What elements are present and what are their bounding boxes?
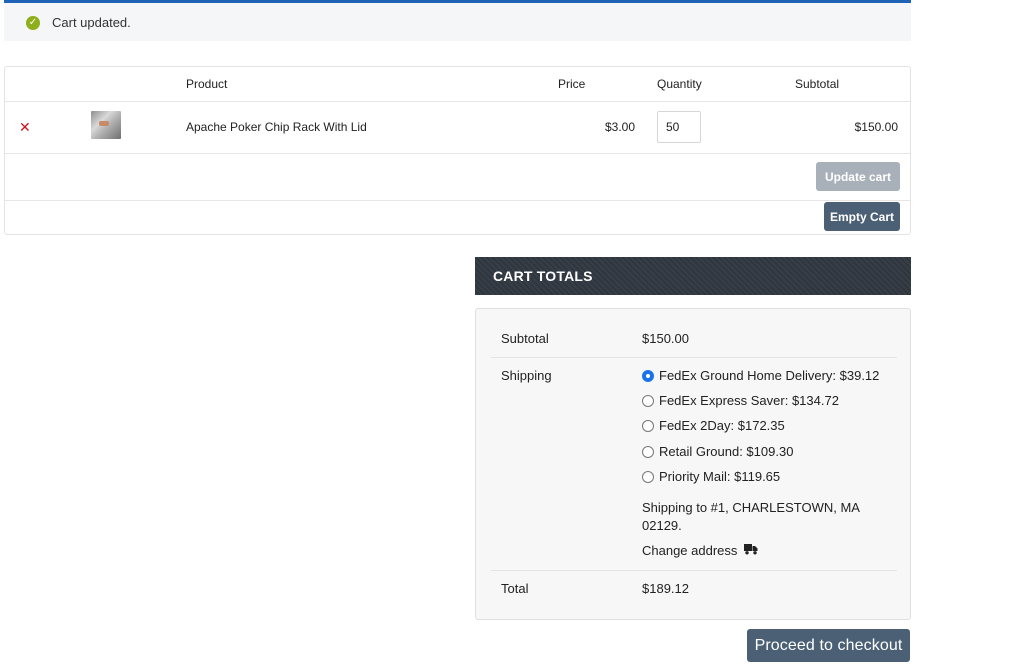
shipping-option-fedex-express-saver[interactable]: FedEx Express Saver: $134.72 [642, 393, 839, 408]
subtotal-value: $150.00 [642, 331, 689, 346]
header-subtotal: Subtotal [795, 77, 840, 91]
shipping-option-label: Retail Ground: $109.30 [659, 444, 794, 459]
radio-unselected[interactable] [642, 394, 654, 407]
total-value: $189.12 [642, 581, 689, 596]
header-quantity: Quantity [657, 77, 702, 91]
shipping-option-label: Priority Mail: $119.65 [659, 469, 781, 484]
product-thumbnail[interactable] [91, 111, 121, 139]
proceed-to-checkout-button[interactable]: Proceed to checkout [747, 629, 910, 662]
table-row: ✕ Apache Poker Chip Rack With Lid $3.00 … [5, 102, 910, 154]
cart-table-header: Product Price Quantity Subtotal [5, 67, 910, 102]
truck-icon [744, 543, 758, 558]
empty-cart-button[interactable]: Empty Cart [824, 202, 900, 231]
remove-item-button[interactable]: ✕ [19, 119, 31, 136]
shipping-option-fedex-2day[interactable]: FedEx 2Day: $172.35 [642, 418, 785, 433]
shipping-option-label: FedEx 2Day: $172.35 [659, 418, 785, 433]
shipping-option-retail-ground[interactable]: Retail Ground: $109.30 [642, 444, 793, 459]
product-name-link[interactable]: Apache Poker Chip Rack With Lid [186, 120, 367, 134]
quantity-input[interactable] [657, 111, 701, 143]
radio-unselected[interactable] [642, 445, 654, 458]
check-circle-icon: ✓ [26, 16, 40, 30]
radio-unselected[interactable] [642, 470, 654, 483]
shipping-option-label: FedEx Express Saver: $134.72 [659, 393, 839, 408]
cart-totals-box: Subtotal $150.00 Shipping FedEx Ground H… [475, 308, 911, 620]
radio-unselected[interactable] [642, 419, 654, 432]
change-address-label: Change address [642, 543, 738, 558]
header-product: Product [186, 77, 228, 91]
subtotal-label: Subtotal [501, 331, 549, 346]
shipping-option-priority-mail[interactable]: Priority Mail: $119.65 [642, 469, 780, 484]
total-row: Total $189.12 [491, 571, 897, 619]
notice-message: Cart updated. [52, 15, 131, 30]
cart-table: Product Price Quantity Subtotal ✕ Apache… [4, 66, 911, 235]
header-price: Price [558, 77, 586, 91]
shipping-label: Shipping [501, 368, 552, 383]
product-subtotal: $150.00 [854, 120, 898, 134]
shipping-option-label: FedEx Ground Home Delivery: $39.12 [659, 368, 880, 383]
shipping-row: Shipping FedEx Ground Home Delivery: $39… [491, 358, 897, 571]
change-address-link[interactable]: Change address [642, 543, 758, 558]
shipping-destination: Shipping to #1, CHARLESTOWN, MA 02129. [642, 500, 860, 533]
update-cart-row: Update cart [5, 154, 910, 201]
cart-totals-title: CART TOTALS [475, 257, 911, 295]
total-label: Total [501, 581, 529, 596]
radio-selected[interactable] [642, 369, 654, 382]
subtotal-row: Subtotal $150.00 [491, 309, 897, 358]
shipping-option-fedex-ground[interactable]: FedEx Ground Home Delivery: $39.12 [642, 368, 879, 383]
empty-cart-row: Empty Cart [5, 201, 910, 235]
product-price: $3.00 [605, 120, 636, 134]
cart-updated-notice: ✓ Cart updated. [4, 0, 911, 41]
update-cart-button[interactable]: Update cart [816, 162, 900, 191]
